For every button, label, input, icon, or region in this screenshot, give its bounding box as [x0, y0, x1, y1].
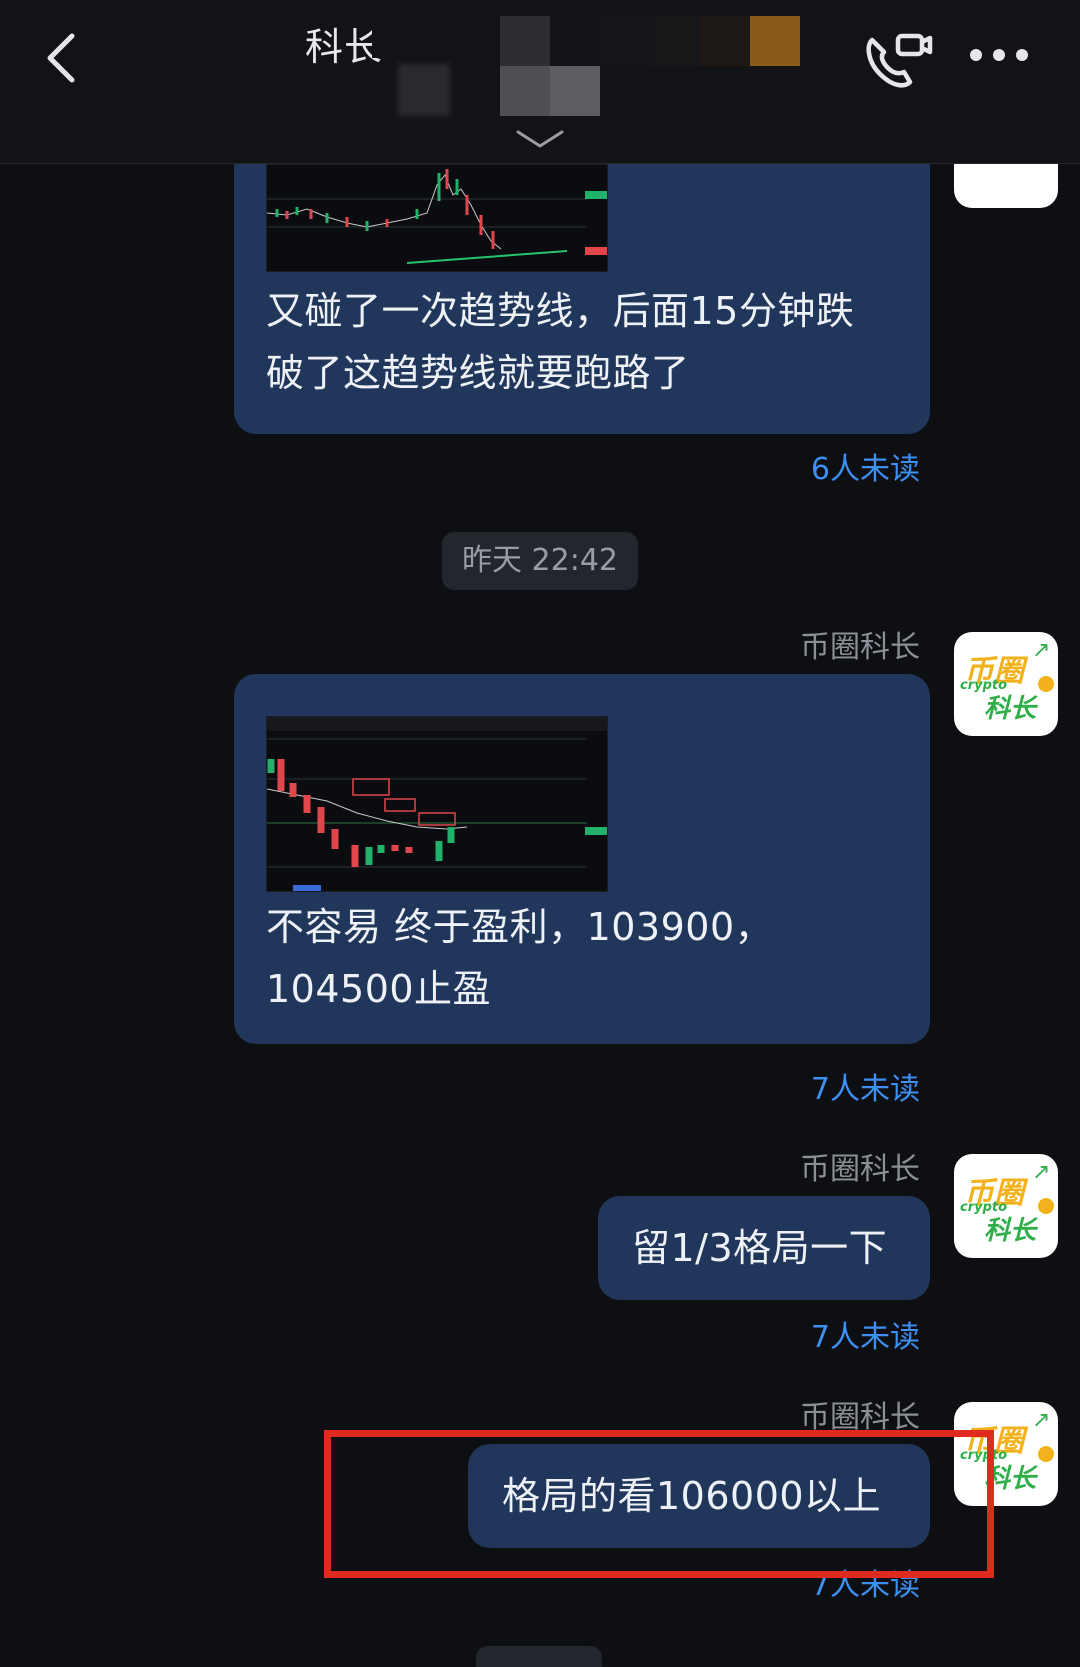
coin-icon: [1038, 676, 1054, 692]
message-text: 104500止盈: [266, 967, 492, 1011]
avatar-label: 科长: [984, 694, 1037, 724]
message-text: 不容易 终于盈利，103900，: [266, 905, 774, 949]
avatar[interactable]: [954, 164, 1058, 208]
message-bubble[interactable]: 留1/3格局一下: [598, 1196, 930, 1300]
more-button[interactable]: [966, 40, 1032, 70]
unread-count[interactable]: 6人未读: [811, 444, 920, 488]
video-call-icon: [866, 33, 933, 88]
video-call-button[interactable]: [858, 22, 934, 94]
chart-screenshot-image[interactable]: [266, 716, 608, 892]
message-list[interactable]: 又碰了一次趋势线，后面15分钟跌 破了这趋势线就要跑路了 6人未读 昨天 22:…: [0, 164, 1080, 1667]
chevron-down-icon: [516, 130, 564, 148]
message-text: 破了这趋势线就要跑路了: [266, 351, 690, 395]
avatar[interactable]: ↗ 币圈 crypto 科长: [954, 1154, 1058, 1258]
arrow-up-icon: ↗: [1032, 1408, 1051, 1433]
message-bubble[interactable]: 又碰了一次趋势线，后面15分钟跌 破了这趋势线就要跑路了: [234, 164, 930, 434]
candlestick-thumbnail: [267, 717, 607, 891]
back-button[interactable]: [34, 22, 94, 94]
highlight-annotation-box: [324, 1430, 994, 1578]
avatar-label: 科长: [984, 1216, 1037, 1246]
timestamp-chip: 昨天 22:42: [442, 532, 638, 590]
message-text: 又碰了一次趋势线，后面15分钟跌: [266, 289, 855, 333]
arrow-up-icon: ↗: [1032, 1160, 1051, 1185]
arrow-up-icon: ↗: [1032, 638, 1051, 663]
candlestick-thumbnail: [267, 165, 607, 271]
sender-name: 币圈科长: [800, 1152, 920, 1187]
message-bubble[interactable]: 不容易 终于盈利，103900， 104500止盈: [234, 674, 930, 1044]
chart-screenshot-image[interactable]: [266, 164, 608, 272]
top-bar: 科长: [0, 0, 1080, 164]
sender-name: 币圈科长: [800, 630, 920, 665]
coin-icon: [1038, 1446, 1054, 1462]
avatar[interactable]: ↗ 币圈 crypto 科长: [954, 632, 1058, 736]
message-text: 留1/3格局一下: [632, 1226, 888, 1270]
expand-header-button[interactable]: [512, 126, 568, 152]
more-dots-icon: [970, 49, 1028, 61]
unread-count[interactable]: 7人未读: [811, 1312, 920, 1356]
timestamp-chip: [476, 1646, 602, 1667]
chevron-left-icon: [47, 33, 75, 83]
coin-icon: [1038, 1198, 1054, 1214]
unread-count[interactable]: 7人未读: [811, 1064, 920, 1108]
